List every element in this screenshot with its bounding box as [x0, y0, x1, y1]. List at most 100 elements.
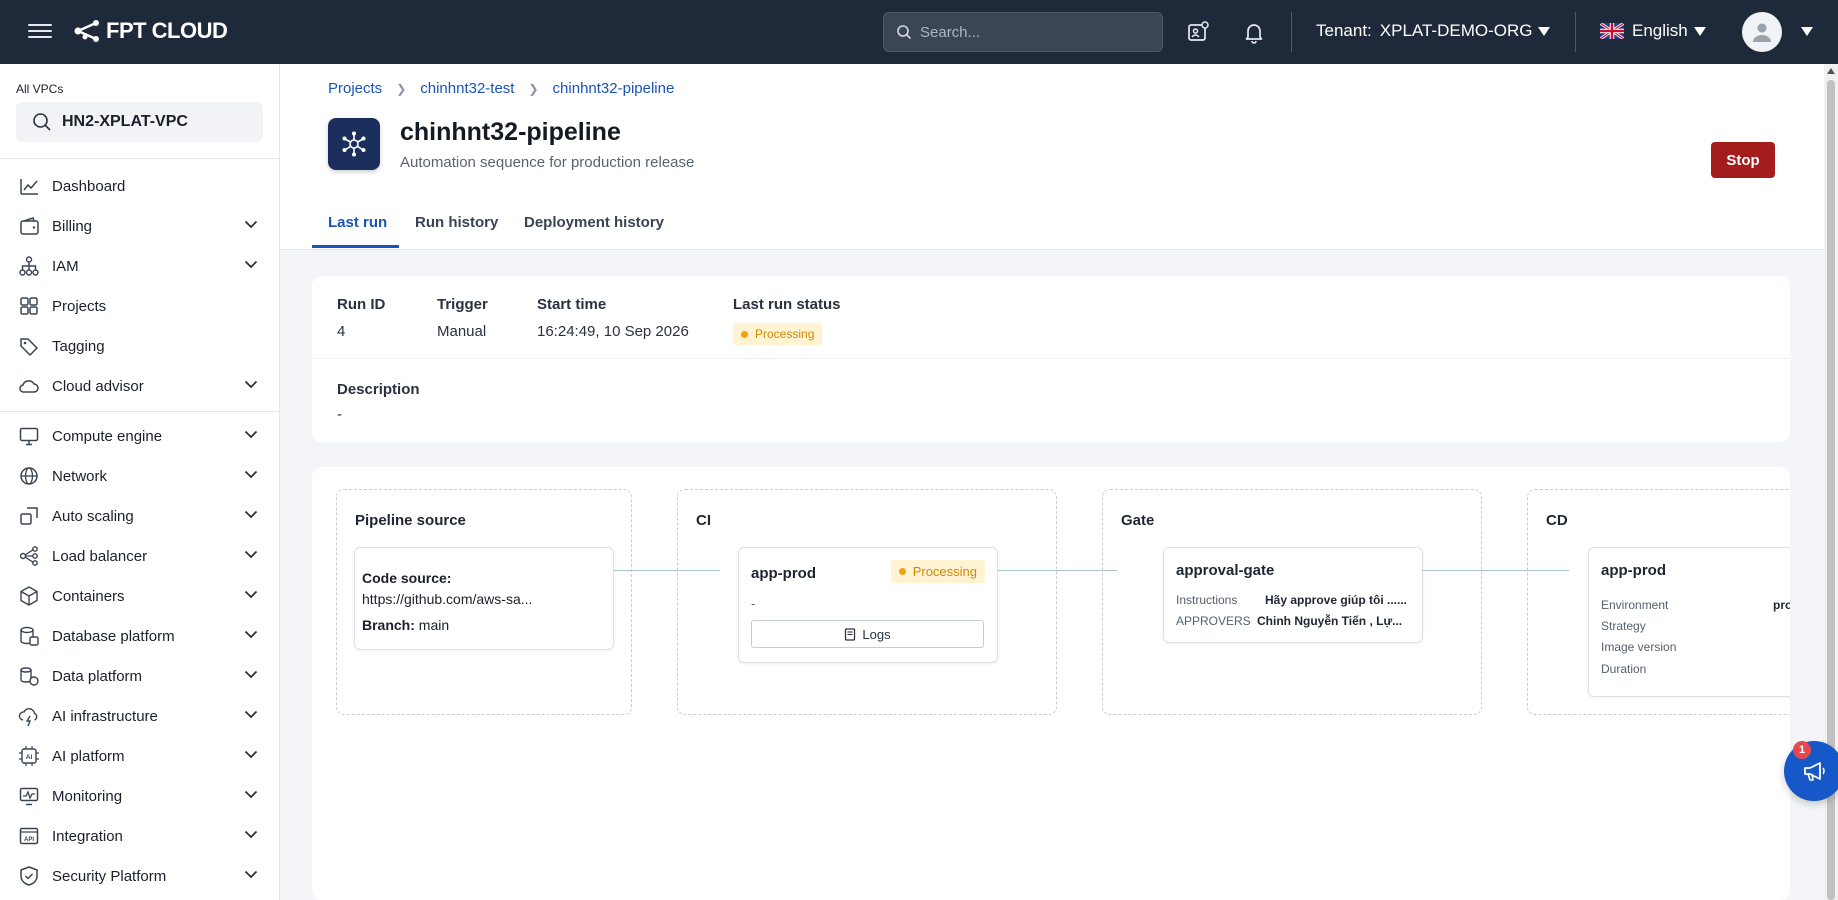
grid-icon: [18, 295, 40, 317]
global-search[interactable]: [883, 12, 1163, 52]
user-avatar[interactable]: [1742, 12, 1782, 52]
caret-down-icon: [1693, 26, 1706, 36]
user-icon: [1753, 23, 1771, 42]
chevron-down-icon[interactable]: [244, 550, 258, 559]
sidebar-item-cloud-advisor[interactable]: Cloud advisor: [0, 366, 280, 406]
cd-job-node[interactable]: app-prod Environment pro Strategy Image …: [1588, 547, 1790, 697]
chevron-down-icon[interactable]: [244, 830, 258, 839]
sidebar-item-projects[interactable]: Projects: [0, 286, 280, 326]
sidebar: All VPCs HN2-XPLAT-VPC Dashboard Billing I…: [0, 64, 280, 900]
chevron-down-icon[interactable]: [244, 510, 258, 519]
chevron-down-icon[interactable]: [244, 430, 258, 439]
sidebar-item-data-platform[interactable]: Data platform: [0, 656, 280, 696]
sidebar-item-database-platform[interactable]: Database platform: [0, 616, 280, 656]
sidebar-item-iam[interactable]: IAM: [0, 246, 280, 286]
chevron-down-icon[interactable]: [244, 750, 258, 759]
topbar-divider: [1291, 12, 1292, 52]
language-label: English: [1632, 21, 1688, 40]
sidebar-item-billing[interactable]: Billing: [0, 206, 280, 246]
strategy-label: Strategy: [1601, 619, 1646, 633]
sidebar-item-monitoring[interactable]: Monitoring: [0, 776, 280, 816]
user-menu-caret-icon[interactable]: [1801, 27, 1813, 36]
source-node[interactable]: Code source: https://github.com/aws-sa..…: [354, 547, 614, 650]
chart-icon: [18, 175, 40, 197]
chevron-down-icon[interactable]: [244, 790, 258, 799]
sidebar-item-network[interactable]: Network: [0, 456, 280, 496]
run-id-value: 4: [337, 323, 346, 340]
monitor-icon: [18, 425, 40, 447]
chevron-right-icon: ❯: [396, 81, 407, 96]
status-dot-icon: [898, 568, 906, 575]
megaphone-icon: [1804, 762, 1825, 781]
logs-button[interactable]: Logs: [751, 620, 984, 648]
language-selector[interactable]: English: [1600, 21, 1706, 41]
chevron-down-icon[interactable]: [244, 710, 258, 719]
cd-job-name: app-prod: [1601, 562, 1666, 579]
bell-icon[interactable]: [1242, 20, 1266, 44]
tab-deployment-history[interactable]: Deployment history: [524, 214, 664, 231]
sidebar-item-integration[interactable]: API Integration: [0, 816, 280, 856]
chevron-down-icon[interactable]: [244, 870, 258, 879]
sidebar-item-label: Database platform: [52, 627, 175, 645]
contact-card-icon[interactable]: [1186, 20, 1210, 44]
run-id-label: Run ID: [337, 296, 386, 313]
branch-value: main: [418, 617, 450, 633]
stop-button[interactable]: Stop: [1711, 142, 1775, 178]
tenant-selector[interactable]: Tenant: XPLAT-DEMO-ORG: [1316, 21, 1551, 41]
sidebar-item-label: Load balancer: [52, 547, 148, 565]
search-icon: [897, 25, 912, 40]
chevron-down-icon[interactable]: [244, 260, 258, 269]
brand-logo[interactable]: FPT CLOUD: [72, 18, 228, 44]
sidebar-item-compute-engine[interactable]: Compute engine: [0, 416, 280, 456]
main-content: Projects ❯ chinhnt32-test ❯ chinhnt32-pi…: [280, 64, 1824, 900]
chevron-down-icon[interactable]: [244, 670, 258, 679]
run-id-field: Run ID 4: [337, 296, 385, 340]
sidebar-item-label: Monitoring: [52, 787, 123, 805]
caret-down-icon: [1538, 26, 1551, 36]
chevron-down-icon[interactable]: [244, 590, 258, 599]
api-icon: API: [18, 825, 40, 847]
chevron-down-icon[interactable]: [244, 630, 258, 639]
scroll-up-icon[interactable]: [1827, 68, 1835, 74]
gate-node[interactable]: approval-gate Instructions Hãy approve g…: [1163, 547, 1423, 643]
database-icon: [18, 625, 40, 647]
tenant-value: XPLAT-DEMO-ORG: [1379, 21, 1533, 40]
sidebar-item-security-platform[interactable]: Security Platform: [0, 856, 280, 896]
image-version-label: Image version: [1601, 640, 1677, 654]
svg-text:API: API: [24, 837, 34, 843]
ci-job-node[interactable]: app-prod Processing - Logs: [738, 547, 998, 663]
sidebar-item-load-balancer[interactable]: Load balancer: [0, 536, 280, 576]
chevron-down-icon[interactable]: [244, 220, 258, 229]
vpc-selector[interactable]: HN2-XPLAT-VPC: [16, 102, 263, 142]
sidebar-item-label: AI infrastructure: [52, 707, 158, 725]
sidebar-item-dashboard[interactable]: Dashboard: [0, 166, 280, 206]
active-tab-indicator: [312, 245, 399, 248]
sidebar-item-tagging[interactable]: Tagging: [0, 326, 280, 366]
logs-label: Logs: [862, 626, 891, 642]
sidebar-item-auto-scaling[interactable]: Auto scaling: [0, 496, 280, 536]
ai-infra-icon: [18, 705, 40, 727]
network-nodes-icon: [342, 131, 366, 157]
sidebar-item-containers[interactable]: Containers: [0, 576, 280, 616]
topbar-divider: [1575, 12, 1576, 52]
chevron-down-icon[interactable]: [244, 380, 258, 389]
description-value: -: [337, 406, 342, 423]
status-badge: Processing: [733, 323, 823, 345]
menu-icon[interactable]: [28, 20, 52, 42]
globe-icon: [18, 465, 40, 487]
tab-last-run[interactable]: Last run: [328, 214, 387, 231]
pipeline-icon: [328, 118, 380, 170]
chevron-down-icon[interactable]: [244, 470, 258, 479]
tab-run-history[interactable]: Run history: [415, 214, 498, 231]
sidebar-item-label: Containers: [52, 587, 125, 605]
sidebar-item-ai-infrastructure[interactable]: AI infrastructure: [0, 696, 280, 736]
stage-title: Pipeline source: [355, 512, 466, 529]
search-input[interactable]: [920, 23, 1140, 41]
breadcrumb-projects[interactable]: Projects: [328, 80, 382, 97]
start-time-value: 16:24:49, 10 Sep 2026: [537, 323, 689, 340]
breadcrumb-pipeline[interactable]: chinhnt32-pipeline: [553, 80, 675, 97]
ai-chip-icon: AI: [18, 745, 40, 767]
breadcrumb-project[interactable]: chinhnt32-test: [420, 80, 514, 97]
run-info-card: Run ID 4 Trigger Manual Start time 16:24…: [312, 276, 1790, 442]
sidebar-item-ai-platform[interactable]: AI AI platform: [0, 736, 280, 776]
